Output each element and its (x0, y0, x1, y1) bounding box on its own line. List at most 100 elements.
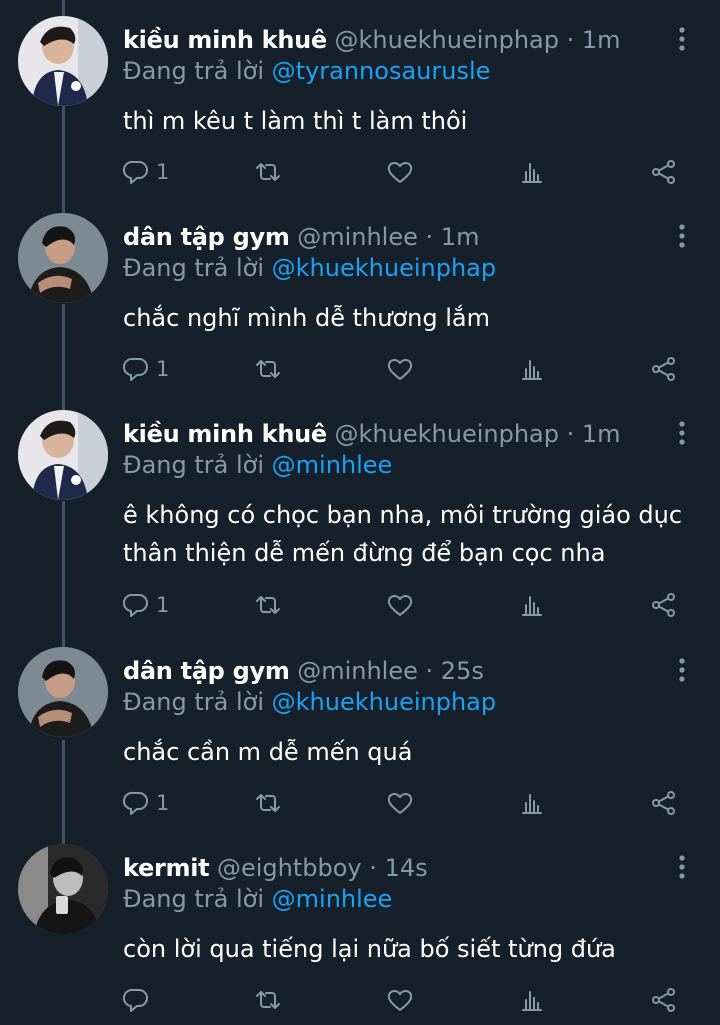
stats-button[interactable] (518, 585, 546, 625)
avatar[interactable] (18, 410, 108, 500)
replying-to-label: Đang trả lời (123, 451, 265, 479)
separator-dot: · (566, 26, 575, 54)
tweet[interactable]: kiều minh khuê @khuekhueinphap · 1m Đang… (0, 394, 720, 631)
reply-button[interactable]: 1 (122, 349, 169, 389)
avatar[interactable] (18, 844, 108, 934)
avatar-photo (18, 213, 108, 303)
retweet-button[interactable] (254, 783, 282, 823)
like-button[interactable] (386, 152, 414, 192)
replying-to-user-link[interactable]: @minhlee (272, 451, 393, 479)
display-name[interactable]: kiều minh khuê (123, 26, 327, 54)
username[interactable]: @minhlee (297, 223, 418, 251)
share-icon (652, 160, 675, 184)
avatar-photo (18, 647, 108, 737)
username[interactable]: @khuekhueinphap (335, 420, 559, 448)
like-button[interactable] (386, 783, 414, 823)
tweet-header: kermit @eightbboy · 14s (123, 852, 670, 884)
replying-to-user-link[interactable]: @khuekhueinphap (272, 254, 496, 282)
timestamp[interactable]: 25s (441, 657, 484, 685)
reply-count: 1 (156, 593, 170, 617)
avatar-photo (18, 844, 108, 934)
reply-button[interactable] (122, 980, 156, 1020)
reply-icon (122, 593, 148, 617)
more-icon[interactable] (676, 854, 688, 882)
replying-to-user-link[interactable]: @minhlee (272, 885, 393, 913)
timestamp[interactable]: 14s (385, 854, 428, 882)
share-button[interactable] (650, 585, 678, 625)
stats-button[interactable] (518, 349, 546, 389)
tweet[interactable]: dân tập gym @minhlee · 1m Đang trả lời @… (0, 197, 720, 394)
tweet-text: chắc nghĩ mình dễ thương lắm (123, 304, 490, 332)
tweet-header: dân tập gym @minhlee · 1m (123, 221, 670, 253)
reply-icon (122, 357, 148, 381)
tweet-header: kiều minh khuê @khuekhueinphap · 1m (123, 24, 670, 56)
retweet-button[interactable] (254, 152, 282, 192)
replying-to: Đang trả lời @khuekhueinphap (123, 686, 496, 718)
tweet-text: còn lời qua tiếng lại nữa bố siết từng đ… (123, 935, 616, 963)
reply-button[interactable]: 1 (122, 152, 169, 192)
tweet-text: chắc cần m dễ mến quá (123, 738, 413, 766)
tweet-header: kiều minh khuê @khuekhueinphap · 1m (123, 418, 670, 450)
tweet-header: dân tập gym @minhlee · 25s (123, 655, 670, 687)
replying-to: Đang trả lời @minhlee (123, 449, 392, 481)
more-icon[interactable] (676, 26, 688, 54)
more-icon[interactable] (676, 657, 688, 685)
stats-button[interactable] (518, 980, 546, 1020)
tweet[interactable]: kiều minh khuê @khuekhueinphap · 1m Đang… (0, 0, 720, 197)
timestamp[interactable]: 1m (582, 26, 621, 54)
reply-button[interactable]: 1 (122, 783, 169, 823)
share-button[interactable] (650, 152, 678, 192)
tweet-actions: 1 (0, 349, 720, 389)
timestamp[interactable]: 1m (582, 420, 621, 448)
replying-to-user-link[interactable]: @tyrannosaurusle (272, 57, 491, 85)
replying-to-label: Đang trả lời (123, 254, 265, 282)
share-button[interactable] (650, 783, 678, 823)
heart-icon (387, 793, 413, 814)
replying-to: Đang trả lời @khuekhueinphap (123, 252, 496, 284)
like-button[interactable] (386, 980, 414, 1020)
display-name[interactable]: dân tập gym (123, 223, 290, 251)
replying-to-label: Đang trả lời (123, 57, 265, 85)
replying-to-label: Đang trả lời (123, 688, 265, 716)
stats-button[interactable] (518, 152, 546, 192)
tweet-actions: 1 (0, 783, 720, 823)
share-button[interactable] (650, 349, 678, 389)
replying-to-user-link[interactable]: @khuekhueinphap (272, 688, 496, 716)
username[interactable]: @khuekhueinphap (335, 26, 559, 54)
stats-button[interactable] (518, 783, 546, 823)
heart-icon (387, 990, 413, 1011)
timestamp[interactable]: 1m (441, 223, 480, 251)
display-name[interactable]: kiều minh khuê (123, 420, 327, 448)
replying-to: Đang trả lời @minhlee (123, 883, 392, 915)
more-icon[interactable] (676, 223, 688, 251)
like-button[interactable] (386, 585, 414, 625)
reply-button[interactable]: 1 (122, 585, 169, 625)
separator-dot: · (425, 223, 434, 251)
tweet[interactable]: dân tập gym @minhlee · 25s Đang trả lời … (0, 631, 720, 828)
retweet-button[interactable] (254, 980, 282, 1020)
replying-to: Đang trả lời @tyrannosaurusle (123, 55, 490, 87)
tweet-text: ê không có chọc bạn nha, môi trường giáo… (123, 501, 683, 567)
reply-icon (122, 160, 148, 184)
stats-icon (522, 596, 542, 616)
display-name[interactable]: kermit (123, 854, 210, 882)
stats-icon (522, 991, 542, 1011)
tweet[interactable]: kermit @eightbboy · 14s Đang trả lời @mi… (0, 828, 720, 1025)
tweet-actions (0, 980, 720, 1020)
avatar[interactable] (18, 647, 108, 737)
retweet-button[interactable] (254, 585, 282, 625)
share-button[interactable] (650, 980, 678, 1020)
separator-dot: · (369, 854, 377, 882)
avatar[interactable] (18, 16, 108, 106)
more-icon[interactable] (676, 420, 688, 448)
username[interactable]: @eightbboy (217, 854, 362, 882)
display-name[interactable]: dân tập gym (123, 657, 290, 685)
avatar[interactable] (18, 213, 108, 303)
like-button[interactable] (386, 349, 414, 389)
username[interactable]: @minhlee (297, 657, 418, 685)
stats-icon (522, 360, 542, 380)
separator-dot: · (425, 657, 434, 685)
reply-icon (122, 988, 148, 1012)
retweet-button[interactable] (254, 349, 282, 389)
retweet-icon (256, 991, 280, 1009)
